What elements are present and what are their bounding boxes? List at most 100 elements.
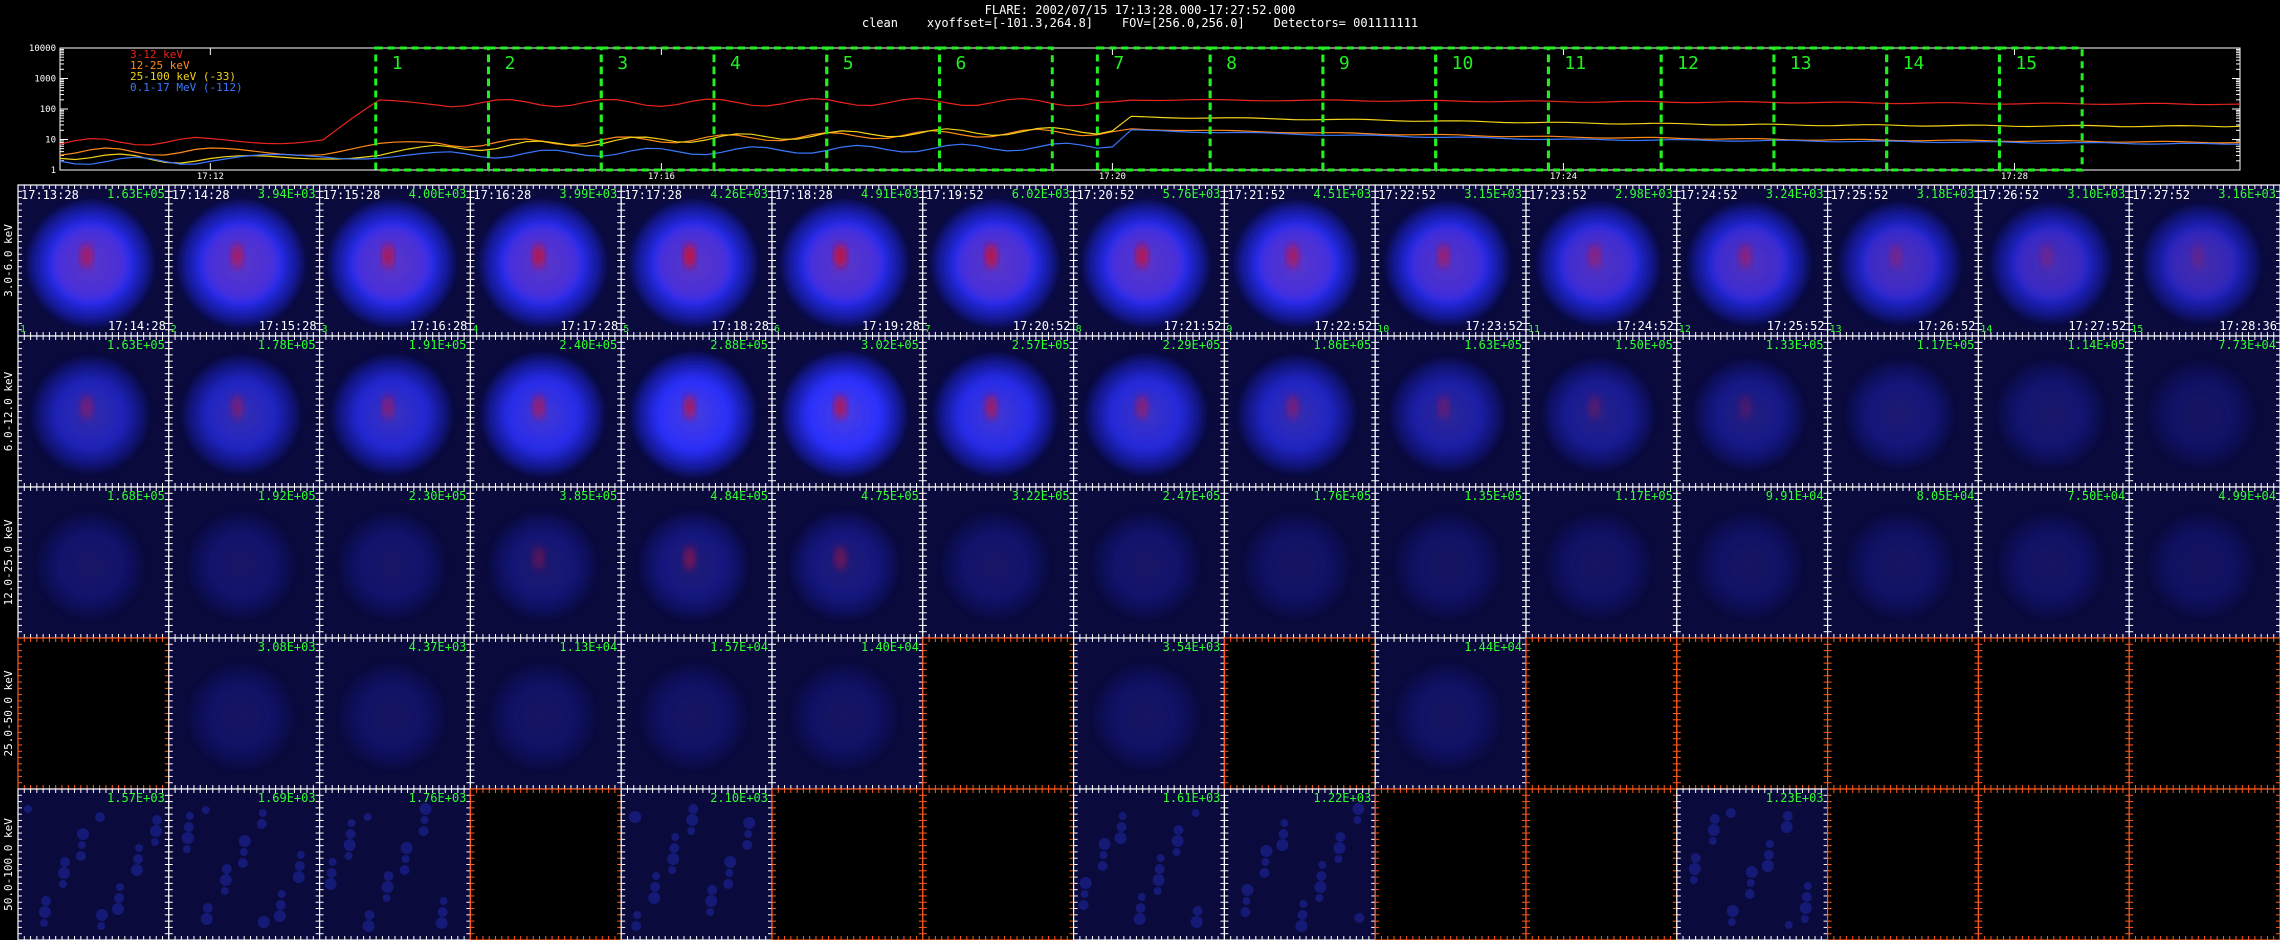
source-disk xyxy=(2150,514,2253,617)
peak-value-label: 1.35E+05 xyxy=(1464,489,1522,503)
interval-index-label: 13 xyxy=(1830,324,1842,335)
flare-core xyxy=(683,243,696,268)
flare-core xyxy=(1588,243,1601,268)
image-panel: 2.98E+03 17:23:52 17:24:52 11 xyxy=(1525,184,1678,337)
image-panel: 1.50E+05 xyxy=(1525,335,1678,488)
flare-core xyxy=(1286,243,1299,268)
flare-core xyxy=(1135,394,1148,419)
start-time-label: 17:14:28 xyxy=(172,188,230,202)
interval-index-label: 6 xyxy=(774,324,780,335)
interval-index-label: 7 xyxy=(925,324,931,335)
peak-value-label: 1.92E+05 xyxy=(258,489,316,503)
source-disk xyxy=(340,665,444,768)
peak-value-label: 1.78E+05 xyxy=(258,338,316,352)
end-time-label: 17:14:28 xyxy=(108,319,166,333)
start-time-label: 17:25:52 xyxy=(1831,188,1889,202)
peak-value-label: 4.26E+03 xyxy=(710,187,768,201)
image-panel: 2.47E+05 xyxy=(1072,486,1225,639)
source-disk xyxy=(943,513,1047,618)
image-panel: 1.17E+05 xyxy=(1525,486,1678,639)
image-panel: 7.50E+04 xyxy=(1977,486,2130,639)
peak-value-label: 9.91E+04 xyxy=(1766,489,1824,503)
image-panel: 1.17E+05 xyxy=(1826,335,1979,488)
flare-core xyxy=(1437,243,1450,268)
image-panel: 5.76E+03 17:20:52 17:21:52 8 xyxy=(1072,184,1225,337)
end-time-label: 17:19:28 xyxy=(862,319,920,333)
peak-value-label: 8.05E+04 xyxy=(1917,489,1975,503)
peak-value-label: 4.37E+03 xyxy=(409,640,467,654)
flare-core xyxy=(532,545,545,570)
peak-value-label: 1.14E+05 xyxy=(2067,338,2125,352)
start-time-label: 17:15:28 xyxy=(323,188,381,202)
interval-index-label: 12 xyxy=(1679,324,1691,335)
source-disk xyxy=(189,665,293,768)
flare-core xyxy=(1437,394,1450,419)
start-time-label: 17:24:52 xyxy=(1680,188,1738,202)
peak-value-label: 7.73E+04 xyxy=(2218,338,2276,352)
image-grid: 3.0-6.0 keV 1.63E+05 17:13:28 17:14:28 1 3.94… xyxy=(2,184,2280,940)
flare-core xyxy=(1739,243,1752,268)
source-disk xyxy=(1847,361,1953,468)
image-panel: 1.57E+04 xyxy=(620,637,773,790)
flare-core xyxy=(80,243,93,268)
image-panel: 4.37E+03 xyxy=(319,637,472,790)
flare-core xyxy=(985,243,998,268)
flare-core xyxy=(985,394,998,419)
row-energy-label: 12.0-25.0 keV xyxy=(2,519,15,605)
image-panel: 8.05E+04 xyxy=(1826,486,1979,639)
source-disk xyxy=(1697,514,1801,617)
peak-value-label: 3.85E+05 xyxy=(559,489,617,503)
image-panel: 2.40E+05 xyxy=(469,335,622,488)
image-panel: 1.63E+05 xyxy=(1374,335,1527,488)
image-panel: 3.18E+03 17:25:52 17:26:52 13 xyxy=(1826,184,1979,337)
start-time-label: 17:16:28 xyxy=(473,188,531,202)
peak-value-label: 2.47E+05 xyxy=(1163,489,1221,503)
peak-value-label: 4.84E+05 xyxy=(710,489,768,503)
peak-value-label: 3.94E+03 xyxy=(258,187,316,201)
start-time-label: 17:17:28 xyxy=(624,188,682,202)
peak-value-label: 1.13E+04 xyxy=(559,640,617,654)
interval-index-label: 9 xyxy=(1226,324,1232,335)
image-panel xyxy=(17,637,170,790)
end-time-label: 17:17:28 xyxy=(560,319,618,333)
image-panel: 3.15E+03 17:22:52 17:23:52 10 xyxy=(1374,184,1527,337)
peak-value-label: 3.02E+05 xyxy=(861,338,919,352)
peak-value-label: 1.63E+05 xyxy=(107,187,165,201)
peak-value-label: 3.24E+03 xyxy=(1766,187,1824,201)
peak-value-label: 2.29E+05 xyxy=(1163,338,1221,352)
peak-value-label: 1.63E+05 xyxy=(1464,338,1522,352)
flare-core xyxy=(1889,243,1902,268)
flare-core xyxy=(532,394,545,419)
image-panel: 3.85E+05 xyxy=(469,486,622,639)
peak-value-label: 2.30E+05 xyxy=(409,489,467,503)
row-energy-label: 3.0-6.0 keV xyxy=(2,224,15,297)
image-panel: 1.92E+05 xyxy=(168,486,321,639)
flare-core xyxy=(1135,243,1148,268)
source-disk xyxy=(1396,514,1500,617)
image-panel: 4.75E+05 xyxy=(771,486,924,639)
image-panel: 1.68E+05 xyxy=(17,486,170,639)
peak-value-label: 3.18E+03 xyxy=(1917,187,1975,201)
start-time-label: 17:26:52 xyxy=(1981,188,2039,202)
start-time-label: 17:19:52 xyxy=(926,188,984,202)
peak-value-label: 3.15E+03 xyxy=(1464,187,1522,201)
source-disk xyxy=(340,513,444,618)
peak-value-label: 1.68E+05 xyxy=(107,489,165,503)
peak-value-label: 4.75E+05 xyxy=(861,489,919,503)
image-panel: 4.91E+03 17:18:28 17:19:28 6 xyxy=(771,184,924,337)
image-panel: 4.84E+05 xyxy=(620,486,773,639)
start-time-label: 17:23:52 xyxy=(1529,188,1587,202)
flare-core xyxy=(80,394,93,419)
peak-value-label: 7.50E+04 xyxy=(2067,489,2125,503)
source-disk xyxy=(38,513,143,618)
peak-value-label: 1.17E+05 xyxy=(1917,338,1975,352)
flare-core xyxy=(834,243,847,268)
start-time-label: 17:18:28 xyxy=(775,188,833,202)
source-disk xyxy=(1245,514,1349,617)
end-time-label: 17:22:52 xyxy=(1314,319,1372,333)
flare-core xyxy=(231,394,244,419)
interval-index-label: 1 xyxy=(20,324,26,335)
peak-value-label: 4.00E+03 xyxy=(409,187,467,201)
image-panel: 2.30E+05 xyxy=(319,486,472,639)
start-time-label: 17:27:52 xyxy=(2132,188,2190,202)
